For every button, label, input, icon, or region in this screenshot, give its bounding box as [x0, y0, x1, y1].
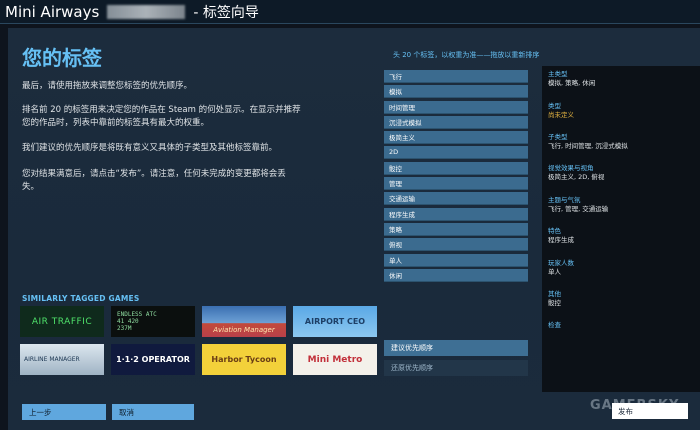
category-name: 特色 — [548, 227, 561, 235]
tag-list: 飞行模拟 时间管理 沉浸式模拟极简主义 2D 骰控管理 交通运输 程序生成 策略俯视 单人 休闲 — [384, 70, 528, 284]
tag-item[interactable]: 时间管理 — [384, 100, 528, 114]
suggest-order-button[interactable]: 建议优先顺序 — [384, 340, 528, 356]
category-name: 其他 — [548, 290, 561, 298]
tag-category: 类型 尚未定义 — [548, 102, 698, 120]
category-name: 检查 — [548, 321, 561, 329]
game-thumbnail[interactable]: AIR TRAFFIC — [20, 306, 104, 337]
category-name: 主类型 — [548, 70, 568, 78]
page-title: 您的标签 — [22, 46, 102, 70]
category-name: 视觉效果与视角 — [548, 164, 594, 172]
tag-wizard-panel: 您的标签 最后，请使用拖放来调整您标签的优先顺序。 排名前 20 的标签用来决定… — [8, 28, 700, 430]
category-panel: 主类型 模拟, 策略, 休闲 类型 尚未定义 子类型 飞行, 时间管理, 沉浸式模拟 视觉效… — [542, 66, 700, 392]
game-thumbnail[interactable]: 1·1·2 OPERATOR — [111, 344, 195, 375]
tag-item[interactable]: 骰控 — [384, 161, 528, 175]
back-button[interactable]: 上一步 — [22, 404, 106, 420]
tag-category: 主题与气氛 飞行, 管理, 交通运输 — [548, 196, 698, 214]
tag-item[interactable]: 单人 — [384, 253, 528, 267]
tag-category: 主类型 模拟, 策略, 休闲 — [548, 70, 698, 88]
tag-category: 其他 骰控 — [548, 290, 698, 308]
window-title-suffix: - 标签向导 — [193, 4, 259, 21]
category-name: 玩家人数 — [548, 259, 574, 267]
category-value: 模拟, 策略, 休闲 — [548, 79, 596, 87]
tag-item[interactable]: 管理 — [384, 177, 528, 191]
game-thumbnail[interactable]: AIRLINE MANAGER — [20, 344, 104, 375]
similar-games-title: SIMILARLY TAGGED GAMES — [22, 294, 140, 303]
game-thumbnail[interactable]: AIRPORT CEO — [293, 306, 377, 337]
instruction-text-1: 最后，请使用拖放来调整您标签的优先顺序。 — [22, 81, 193, 91]
tag-item[interactable]: 策略 — [384, 222, 528, 236]
category-name: 子类型 — [548, 133, 568, 141]
category-value: 程序生成 — [548, 236, 574, 244]
category-value: 骰控 — [548, 299, 561, 307]
tags-header: 头 20 个标签，以权重为准——拖放以重新排序 — [393, 51, 540, 59]
tag-category: 子类型 飞行, 时间管理, 沉浸式模拟 — [548, 133, 698, 151]
category-value: 尚未定义 — [548, 111, 574, 119]
game-thumbnail[interactable]: Harbor Tycoon — [202, 344, 286, 375]
instruction-text-2: 排名前 20 的标签用来决定您的作品在 Steam 的何处显示。在显示并推荐您的… — [22, 105, 301, 128]
app-name: Mini Airways — [5, 2, 100, 21]
redacted-blur — [107, 4, 186, 19]
tag-category: 视觉效果与视角 极简主义, 2D, 俯视 — [548, 164, 698, 182]
game-thumbnail[interactable]: Aviation Manager — [202, 306, 286, 337]
tag-item[interactable]: 飞行 — [384, 70, 528, 83]
tag-item[interactable]: 模拟 — [384, 85, 528, 99]
tag-category: 特色 程序生成 — [548, 227, 698, 245]
category-name: 类型 — [548, 102, 561, 110]
tag-item[interactable]: 极简主义 — [384, 131, 528, 145]
game-thumbnail[interactable]: Mini Metro — [293, 344, 377, 375]
tag-category: 检查 — [548, 321, 698, 330]
game-thumbnail[interactable]: ENDLESS ATC 41 420 237M — [111, 306, 195, 337]
tag-item[interactable]: 程序生成 — [384, 207, 528, 221]
tag-category: 玩家人数 单人 — [548, 259, 698, 277]
tag-item[interactable]: 2D — [384, 146, 528, 160]
instruction-text-3: 我们建议的优先顺序是将既有意义又具体的子类型及其他标签靠前。 — [22, 143, 278, 153]
category-name: 主题与气氛 — [548, 196, 581, 204]
tag-item[interactable]: 俯视 — [384, 238, 528, 252]
tag-item[interactable]: 交通运输 — [384, 192, 528, 206]
tag-item[interactable]: 沉浸式模拟 — [384, 115, 528, 129]
similar-games-grid: AIR TRAFFIC ENDLESS ATC 41 420 237M Avia… — [20, 306, 380, 376]
category-value: 单人 — [548, 268, 561, 276]
tag-item[interactable]: 休闲 — [384, 268, 528, 282]
cancel-button[interactable]: 取消 — [112, 404, 194, 420]
category-value: 飞行, 时间管理, 沉浸式模拟 — [548, 142, 628, 150]
category-value: 飞行, 管理, 交通运输 — [548, 205, 609, 213]
title-bar: Mini Airways - 标签向导 — [0, 0, 700, 24]
restore-order-button[interactable]: 还原优先顺序 — [384, 360, 528, 376]
instruction-text-4: 您对结果满意后，请点击“发布”。请注意，任何未完成的变更都将会丢失。 — [22, 169, 286, 192]
publish-button[interactable]: 发布 — [612, 403, 688, 419]
category-value: 极简主义, 2D, 俯视 — [548, 173, 605, 181]
